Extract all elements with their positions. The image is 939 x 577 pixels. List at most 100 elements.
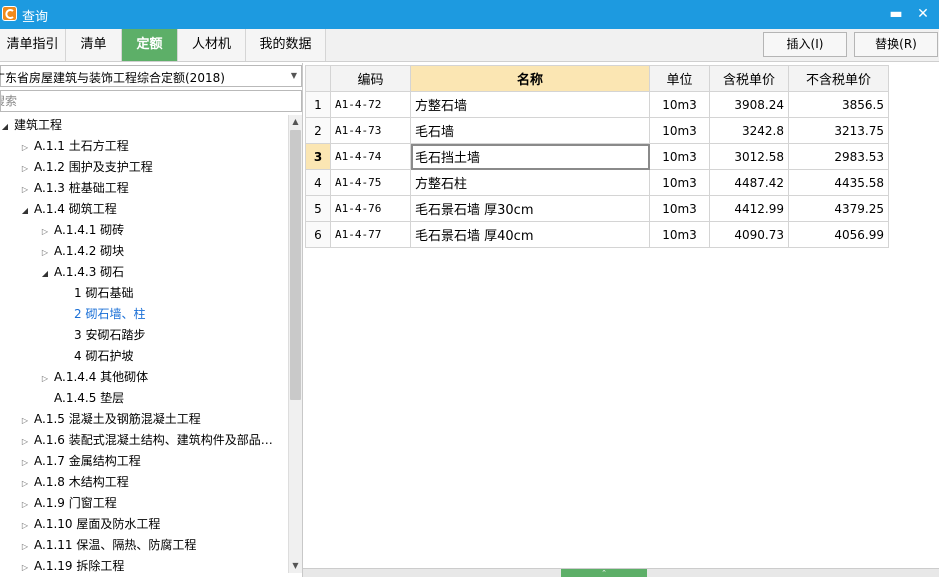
- row-number[interactable]: 5: [305, 195, 331, 222]
- tab-materials[interactable]: 人材机: [178, 29, 246, 61]
- search-input[interactable]: [0, 90, 302, 112]
- expanded-triangle-icon[interactable]: ◢: [0, 116, 11, 137]
- tree-node[interactable]: ◢ A.1.4.3 砌石: [39, 262, 124, 283]
- price-tax-cell[interactable]: 4487.42: [709, 169, 789, 196]
- table-row[interactable]: 3 A1-4-74 毛石挡土墙 10m3 3012.58 2983.53: [305, 143, 889, 170]
- price-notax-cell[interactable]: 4379.25: [788, 195, 889, 222]
- tree-node[interactable]: ▷ A.1.7 金属结构工程: [19, 451, 141, 472]
- tree-node[interactable]: ▷ A.1.4.2 砌块: [39, 241, 124, 262]
- tree-node[interactable]: 4 砌石护坡: [59, 346, 133, 367]
- collapsed-triangle-icon[interactable]: ▷: [19, 179, 31, 200]
- tree-node[interactable]: ▷ A.1.10 屋面及防水工程: [19, 514, 160, 535]
- collapsed-triangle-icon[interactable]: ▷: [39, 242, 51, 263]
- price-notax-cell[interactable]: 3856.5: [788, 91, 889, 118]
- code-cell[interactable]: A1-4-74: [330, 143, 411, 170]
- table-row[interactable]: 5 A1-4-76 毛石景石墙 厚30cm 10m3 4412.99 4379.25: [305, 195, 889, 222]
- tree-node[interactable]: ▷ A.1.1 土石方工程: [19, 136, 129, 157]
- name-cell[interactable]: 毛石墙: [410, 117, 650, 144]
- collapsed-triangle-icon[interactable]: ▷: [19, 158, 31, 179]
- name-cell[interactable]: 毛石景石墙 厚30cm: [410, 195, 650, 222]
- row-number[interactable]: 6: [305, 221, 331, 248]
- scrollbar-thumb[interactable]: [290, 130, 301, 400]
- unit-cell[interactable]: 10m3: [649, 221, 710, 248]
- bottom-splitter[interactable]: ⌃: [303, 568, 939, 577]
- collapsed-triangle-icon[interactable]: ▷: [19, 515, 31, 536]
- replace-button[interactable]: 替换(R): [854, 32, 938, 57]
- collapsed-triangle-icon[interactable]: ▷: [39, 368, 51, 389]
- tab-bill[interactable]: 清单: [66, 29, 122, 61]
- price-tax-cell[interactable]: 4412.99: [709, 195, 789, 222]
- tree-node[interactable]: A.1.4.5 垫层: [39, 388, 124, 409]
- price-tax-cell[interactable]: 3908.24: [709, 91, 789, 118]
- tree-node[interactable]: ▷ A.1.4.4 其他砌体: [39, 367, 148, 388]
- insert-button[interactable]: 插入(I): [763, 32, 847, 57]
- price-tax-cell[interactable]: 3242.8: [709, 117, 789, 144]
- row-number[interactable]: 1: [305, 91, 331, 118]
- collapsed-triangle-icon[interactable]: ▷: [19, 410, 31, 431]
- table-row[interactable]: 1 A1-4-72 方整石墙 10m3 3908.24 3856.5: [305, 91, 889, 118]
- price-notax-cell[interactable]: 4056.99: [788, 221, 889, 248]
- tree-node[interactable]: ▷ A.1.8 木结构工程: [19, 472, 129, 493]
- price-notax-cell[interactable]: 4435.58: [788, 169, 889, 196]
- code-header[interactable]: 编码: [330, 65, 411, 92]
- tab-bill-guide[interactable]: 清单指引: [0, 29, 66, 61]
- code-cell[interactable]: A1-4-72: [330, 91, 411, 118]
- name-cell[interactable]: 方整石墙: [410, 91, 650, 118]
- row-number-header[interactable]: [305, 65, 331, 92]
- chevron-up-icon[interactable]: ⌃: [561, 569, 647, 577]
- tree-node[interactable]: ▷ A.1.2 围护及支护工程: [19, 157, 153, 178]
- collapsed-triangle-icon[interactable]: ▷: [19, 536, 31, 557]
- tree-node[interactable]: ◢ A.1.4 砌筑工程: [19, 199, 117, 220]
- name-cell[interactable]: 毛石景石墙 厚40cm: [410, 221, 650, 248]
- tree-node[interactable]: ◢ 建筑工程: [0, 115, 62, 136]
- tree-node[interactable]: ▷ A.1.11 保温、隔热、防腐工程: [19, 535, 196, 556]
- tree-node[interactable]: ▷ A.1.5 混凝土及钢筋混凝土工程: [19, 409, 201, 430]
- tree-scrollbar[interactable]: ▲ ▼: [288, 115, 302, 573]
- tree-node[interactable]: 2 砌石墙、柱: [59, 304, 145, 325]
- name-header[interactable]: 名称: [410, 65, 650, 92]
- row-number[interactable]: 3: [305, 143, 331, 170]
- collapsed-triangle-icon[interactable]: ▷: [39, 221, 51, 242]
- table-row[interactable]: 6 A1-4-77 毛石景石墙 厚40cm 10m3 4090.73 4056.99: [305, 221, 889, 248]
- code-cell[interactable]: A1-4-76: [330, 195, 411, 222]
- price-tax-cell[interactable]: 4090.73: [709, 221, 789, 248]
- unit-header[interactable]: 单位: [649, 65, 710, 92]
- row-number[interactable]: 2: [305, 117, 331, 144]
- collapsed-triangle-icon[interactable]: ▷: [19, 557, 31, 573]
- quota-library-select[interactable]: 广东省房屋建筑与装饰工程综合定额(2018) ▼: [0, 65, 302, 87]
- expanded-triangle-icon[interactable]: ◢: [39, 263, 51, 284]
- name-cell[interactable]: 方整石柱: [410, 169, 650, 196]
- table-row[interactable]: 2 A1-4-73 毛石墙 10m3 3242.8 3213.75: [305, 117, 889, 144]
- row-number[interactable]: 4: [305, 169, 331, 196]
- collapsed-triangle-icon[interactable]: ▷: [19, 137, 31, 158]
- collapsed-triangle-icon[interactable]: ▷: [19, 473, 31, 494]
- collapsed-triangle-icon[interactable]: ▷: [19, 431, 31, 452]
- tree-node[interactable]: ▷ A.1.3 桩基础工程: [19, 178, 129, 199]
- name-cell[interactable]: 毛石挡土墙: [410, 143, 650, 170]
- unit-cell[interactable]: 10m3: [649, 117, 710, 144]
- close-icon[interactable]: ✕: [913, 4, 933, 24]
- unit-cell[interactable]: 10m3: [649, 195, 710, 222]
- code-cell[interactable]: A1-4-75: [330, 169, 411, 196]
- collapsed-triangle-icon[interactable]: ▷: [19, 452, 31, 473]
- table-row[interactable]: 4 A1-4-75 方整石柱 10m3 4487.42 4435.58: [305, 169, 889, 196]
- unit-cell[interactable]: 10m3: [649, 91, 710, 118]
- tab-quota[interactable]: 定额: [122, 29, 178, 61]
- price-notax-cell[interactable]: 3213.75: [788, 117, 889, 144]
- minimize-icon[interactable]: ▬: [886, 4, 906, 24]
- price-tax-header[interactable]: 含税单价: [709, 65, 789, 92]
- tab-my-data[interactable]: 我的数据: [246, 29, 326, 61]
- tree-node[interactable]: 1 砌石基础: [59, 283, 133, 304]
- tree-node[interactable]: 3 安砌石踏步: [59, 325, 145, 346]
- collapsed-triangle-icon[interactable]: ▷: [19, 494, 31, 515]
- arrow-up-icon[interactable]: ▲: [289, 115, 302, 129]
- tree-node[interactable]: ▷ A.1.9 门窗工程: [19, 493, 117, 514]
- tree-node[interactable]: ▷ A.1.6 装配式混凝土结构、建筑构件及部品…: [19, 430, 273, 451]
- price-notax-cell[interactable]: 2983.53: [788, 143, 889, 170]
- price-notax-header[interactable]: 不含税单价: [788, 65, 889, 92]
- price-tax-cell[interactable]: 3012.58: [709, 143, 789, 170]
- tree-node[interactable]: ▷ A.1.19 拆除工程: [19, 556, 124, 573]
- unit-cell[interactable]: 10m3: [649, 143, 710, 170]
- unit-cell[interactable]: 10m3: [649, 169, 710, 196]
- tree-node[interactable]: ▷ A.1.4.1 砌砖: [39, 220, 124, 241]
